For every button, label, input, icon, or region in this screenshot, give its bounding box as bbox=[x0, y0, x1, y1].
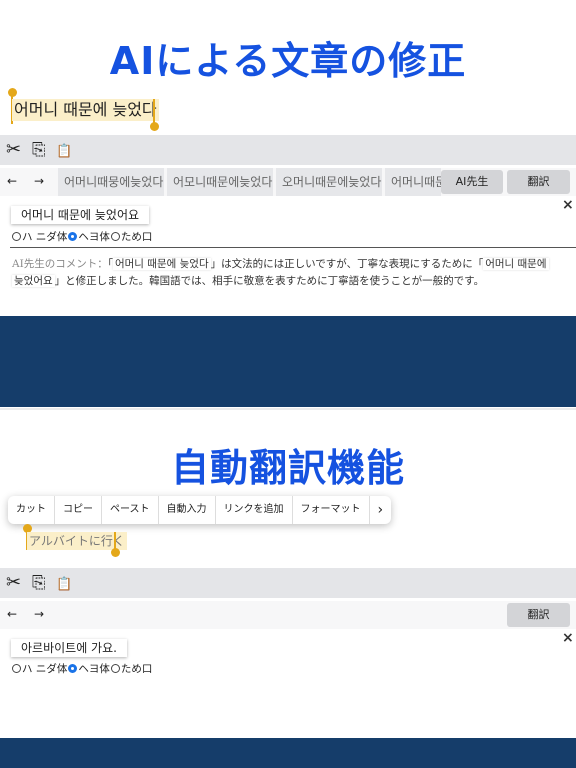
menu-item-copy[interactable]: コピー bbox=[55, 496, 102, 524]
scissors-icon[interactable]: ✂ bbox=[6, 140, 21, 160]
context-menu: カット コピー ペースト 自動入力 リンクを追加 フォーマット › bbox=[8, 496, 392, 524]
back-arrow-icon[interactable]: ← bbox=[7, 607, 17, 621]
selection-handle-bar bbox=[153, 99, 155, 123]
ai-comment: AI先生のコメント：「 어머니 때문에 늦었다 」は文法的には正しいですが、丁寧な表… bbox=[12, 258, 549, 287]
scissors-icon[interactable]: ✂ bbox=[6, 573, 21, 593]
radio-circle-checked-icon bbox=[68, 664, 78, 673]
radio-circle-icon bbox=[110, 232, 120, 241]
result-text-box[interactable]: 어머니 때문에 늦었어요 bbox=[11, 206, 150, 224]
close-icon[interactable]: × bbox=[562, 630, 574, 646]
politeness-radio-group: ハ ニダ体 ヘヨ体 ため口 bbox=[12, 661, 152, 676]
radio-circle-icon bbox=[110, 664, 120, 673]
paste-icon[interactable]: 📋 bbox=[56, 575, 72, 595]
suggestion-chip[interactable]: 어머니때문 bbox=[385, 168, 441, 196]
forward-arrow-icon[interactable]: → bbox=[34, 174, 44, 188]
radio-hamnida[interactable]: ハ ニダ体 bbox=[12, 229, 67, 244]
selected-text[interactable]: 어머니 때문에 늦었다 bbox=[12, 99, 159, 121]
translate-button[interactable]: 翻訳 bbox=[507, 603, 570, 627]
edit-toolbar: ✂ ⎘ 📋 bbox=[0, 135, 576, 165]
menu-item-format[interactable]: フォーマット bbox=[293, 496, 370, 524]
radio-circle-icon bbox=[12, 232, 21, 241]
ai-teacher-button[interactable]: AI先生 bbox=[441, 170, 503, 194]
suggestion-bar: ← → 어머니때뭉에늦었다 어모니때문에늦었다 오머니때문에늦었다 어머니때문 … bbox=[0, 168, 576, 196]
radio-circle-checked-icon bbox=[68, 232, 78, 241]
suggestion-chip[interactable]: 어모니때문에늦었다 bbox=[167, 168, 273, 196]
radio-tameguchi[interactable]: ため口 bbox=[110, 229, 152, 244]
radio-circle-icon bbox=[12, 664, 21, 673]
suggestion-chip[interactable]: 어머니때뭉에늦었다 bbox=[58, 168, 164, 196]
paste-icon[interactable]: 📋 bbox=[56, 142, 72, 162]
politeness-radio-group: ハ ニダ体 ヘヨ体 ため口 bbox=[12, 229, 152, 244]
radio-heyo[interactable]: ヘヨ体 bbox=[68, 661, 110, 676]
divider-line bbox=[10, 247, 576, 248]
forward-arrow-icon[interactable]: → bbox=[34, 607, 44, 621]
menu-item-add-link[interactable]: リンクを追加 bbox=[216, 496, 293, 524]
copy-icon[interactable]: ⎘ bbox=[32, 573, 46, 593]
radio-hamnida[interactable]: ハ ニダ体 bbox=[12, 661, 67, 676]
keyboard-area bbox=[0, 316, 576, 407]
headline-ai-correction: AIによる文章の修正 bbox=[109, 39, 467, 83]
copy-icon[interactable]: ⎘ bbox=[32, 140, 46, 160]
menu-item-paste[interactable]: ペースト bbox=[102, 496, 159, 524]
selection-handle-end[interactable] bbox=[150, 122, 159, 131]
chevron-right-icon[interactable]: › bbox=[370, 496, 392, 524]
section-divider bbox=[0, 408, 576, 410]
headline-auto-translate: 自動翻訳機能 bbox=[170, 446, 405, 490]
menu-item-cut[interactable]: カット bbox=[8, 496, 55, 524]
keyboard-area bbox=[0, 738, 576, 768]
radio-heyo[interactable]: ヘヨ体 bbox=[68, 229, 110, 244]
translate-button[interactable]: 翻訳 bbox=[507, 170, 570, 194]
radio-tameguchi[interactable]: ため口 bbox=[110, 661, 152, 676]
suggestion-chip[interactable]: 오머니때문에늦었다 bbox=[276, 168, 382, 196]
result-text-box[interactable]: 아르바이트에 가요. bbox=[11, 639, 127, 657]
menu-item-autofill[interactable]: 自動入力 bbox=[159, 496, 216, 524]
back-arrow-icon[interactable]: ← bbox=[7, 174, 17, 188]
edit-toolbar: ✂ ⎘ 📋 bbox=[0, 568, 576, 598]
selection-handle-end[interactable] bbox=[111, 548, 120, 557]
suggestion-bar: ← → 翻訳 bbox=[0, 601, 576, 629]
close-icon[interactable]: × bbox=[562, 197, 574, 213]
selected-text[interactable]: アルバイトに行く bbox=[27, 532, 127, 550]
